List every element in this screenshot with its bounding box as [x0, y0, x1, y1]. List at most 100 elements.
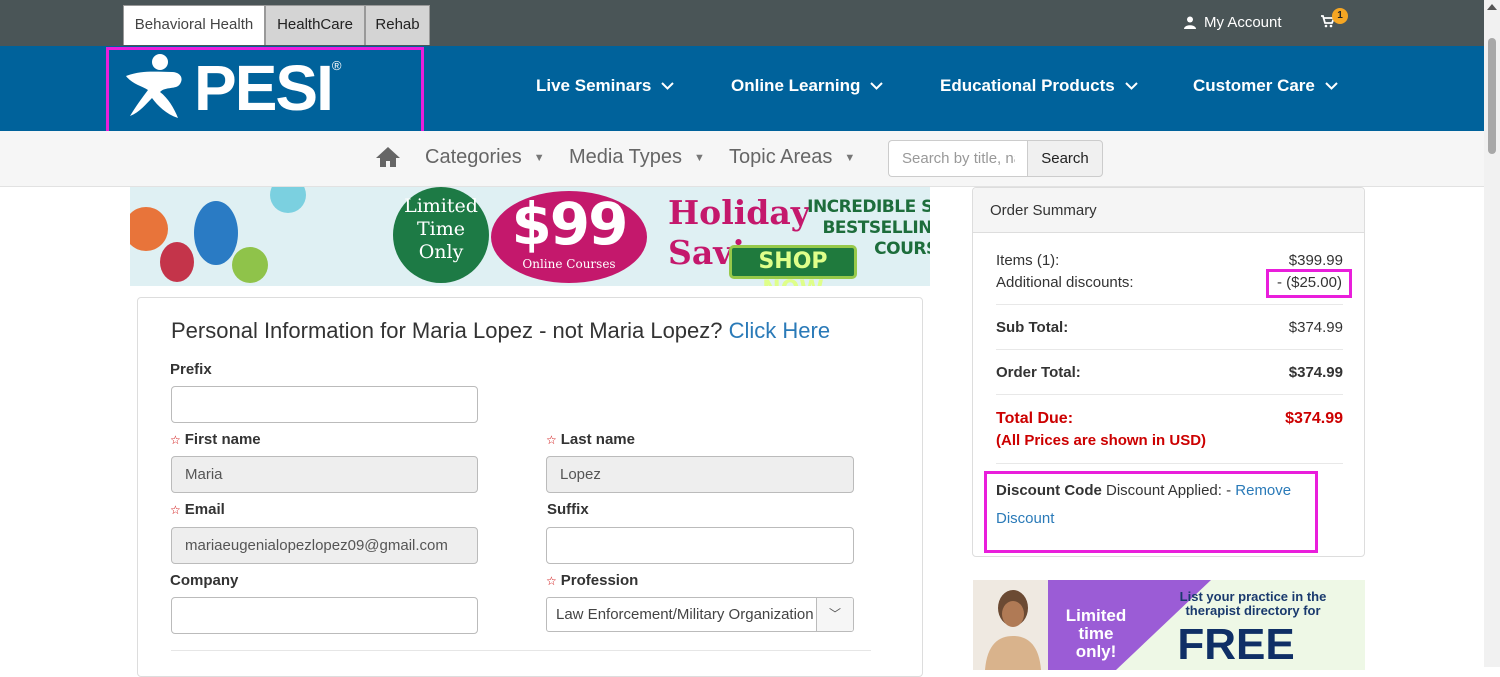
- my-account-link[interactable]: My Account: [1184, 14, 1282, 31]
- suffix-field[interactable]: [546, 527, 854, 564]
- required-star-icon: ☆: [546, 574, 557, 588]
- nav-live-seminars[interactable]: Live Seminars: [536, 76, 674, 96]
- subnav-label: Categories: [425, 146, 522, 168]
- discounts-label: Additional discounts:: [996, 274, 1134, 291]
- email-label: ☆ Email: [170, 501, 225, 518]
- logo-highlight-box: [106, 47, 424, 141]
- directory-list-text: List your practice in the therapist dire…: [1179, 589, 1327, 618]
- profession-label: ☆ Profession: [546, 572, 638, 589]
- summary-divider: [996, 349, 1343, 350]
- items-row: Items (1): $399.99: [996, 252, 1343, 269]
- subtotal-row: Sub Total: $374.99: [996, 319, 1343, 336]
- summary-divider: [996, 394, 1343, 395]
- profession-select[interactable]: Law Enforcement/Military Organization ﹀: [546, 597, 854, 632]
- tab-rehab[interactable]: Rehab: [365, 5, 430, 45]
- subnav-topic-areas[interactable]: Topic Areas ▼: [729, 146, 855, 169]
- holiday-savings-banner[interactable]: Limited Time Only $99 Online Courses Hol…: [130, 187, 930, 286]
- email-label-text: Email: [184, 501, 225, 518]
- price-subtitle: Online Courses: [522, 257, 616, 271]
- total-due-value: $374.99: [1285, 410, 1343, 427]
- therapist-directory-ad[interactable]: Limited time only! List your practice in…: [973, 580, 1365, 670]
- form-divider: [171, 650, 871, 651]
- nav-label: Customer Care: [1193, 76, 1315, 95]
- cart-button[interactable]: 1: [1320, 8, 1348, 33]
- summary-divider: [996, 463, 1343, 464]
- home-icon[interactable]: [375, 146, 401, 173]
- caret-down-icon: ▼: [533, 151, 545, 164]
- ornament-decoration: [232, 247, 268, 283]
- order-total-value: $374.99: [1288, 364, 1343, 381]
- search-input[interactable]: [888, 140, 1028, 177]
- nav-label: Live Seminars: [536, 76, 652, 95]
- scroll-up-arrow-icon[interactable]: [1487, 4, 1497, 10]
- ornament-decoration: [160, 242, 194, 282]
- chevron-down-icon: [1325, 82, 1338, 90]
- tab-behavioral-health[interactable]: Behavioral Health: [123, 5, 265, 45]
- price-badge: $99 Online Courses: [491, 191, 647, 283]
- scrollbar-thumb[interactable]: [1488, 38, 1496, 154]
- limited-time-badge: Limited Time Only: [393, 187, 489, 283]
- order-total-row: Order Total: $374.99: [996, 364, 1343, 381]
- person-photo: [973, 580, 1048, 670]
- subnav-media-types[interactable]: Media Types ▼: [569, 146, 705, 169]
- first-name-label: ☆ First name: [170, 431, 261, 448]
- total-due-row: Total Due: $374.99: [996, 410, 1343, 428]
- items-value: $399.99: [1288, 252, 1343, 269]
- my-account-label: My Account: [1204, 14, 1282, 31]
- subnav-categories[interactable]: Categories ▼: [425, 146, 545, 169]
- profession-selected-value: Law Enforcement/Military Organization: [556, 606, 814, 623]
- nav-label: Online Learning: [731, 76, 861, 95]
- personal-info-heading: Personal Information for Maria Lopez - n…: [171, 318, 723, 343]
- click-here-link[interactable]: Click Here: [729, 318, 830, 343]
- nav-label: Educational Products: [940, 76, 1115, 95]
- chevron-down-icon: [661, 82, 674, 90]
- last-name-label: ☆ Last name: [546, 431, 635, 448]
- tab-healthcare[interactable]: HealthCare: [265, 5, 365, 45]
- caret-down-icon: ▼: [694, 151, 705, 164]
- usd-note: (All Prices are shown in USD): [996, 432, 1207, 449]
- required-star-icon: ☆: [546, 433, 557, 447]
- summary-divider: [996, 304, 1343, 305]
- first-name-label-text: First name: [184, 431, 261, 448]
- ornament-decoration: [270, 187, 306, 213]
- nav-customer-care[interactable]: Customer Care: [1193, 76, 1338, 96]
- suffix-label: Suffix: [547, 501, 589, 518]
- required-star-icon: ☆: [170, 503, 181, 517]
- nav-online-learning[interactable]: Online Learning: [731, 76, 884, 96]
- caret-down-icon: ▼: [844, 151, 856, 164]
- discount-code-highlight-box: [984, 471, 1318, 553]
- ornament-decoration: [194, 201, 238, 265]
- search-button[interactable]: Search: [1027, 140, 1103, 177]
- shop-now-button[interactable]: SHOP NOW: [729, 245, 857, 286]
- nav-educational-products[interactable]: Educational Products: [940, 76, 1138, 96]
- discount-highlight-box: [1266, 269, 1352, 298]
- directory-free-text: FREE: [1177, 620, 1295, 669]
- ornament-decoration: [130, 207, 168, 251]
- profession-label-text: Profession: [560, 572, 639, 589]
- prefix-field[interactable]: [171, 386, 478, 423]
- email-field[interactable]: mariaeugenialopezlopez09@gmail.com: [171, 527, 478, 564]
- chevron-down-icon: ﹀: [816, 598, 853, 631]
- first-name-field[interactable]: Maria: [171, 456, 478, 493]
- order-summary-title: Order Summary: [990, 202, 1097, 219]
- last-name-field[interactable]: Lopez: [546, 456, 854, 493]
- total-due-label: Total Due:: [996, 410, 1074, 427]
- required-star-icon: ☆: [170, 433, 181, 447]
- personal-info-title: Personal Information for Maria Lopez - n…: [171, 318, 830, 344]
- chevron-down-icon: [870, 82, 884, 90]
- prefix-label: Prefix: [170, 361, 212, 378]
- order-total-label: Order Total:: [996, 364, 1081, 381]
- subnav-label: Topic Areas: [729, 146, 833, 168]
- subtotal-label: Sub Total:: [996, 319, 1069, 336]
- items-label: Items (1):: [996, 252, 1060, 269]
- user-icon: [1184, 16, 1196, 29]
- limited-time-text: Limited time only!: [1065, 606, 1127, 661]
- chevron-down-icon: [1125, 82, 1138, 90]
- last-name-label-text: Last name: [560, 431, 635, 448]
- cart-count-badge: 1: [1332, 8, 1348, 24]
- subtotal-value: $374.99: [1288, 319, 1343, 336]
- company-field[interactable]: [171, 597, 478, 634]
- subnav-label: Media Types: [569, 146, 683, 168]
- price-amount: $99: [511, 190, 628, 258]
- company-label: Company: [170, 572, 239, 589]
